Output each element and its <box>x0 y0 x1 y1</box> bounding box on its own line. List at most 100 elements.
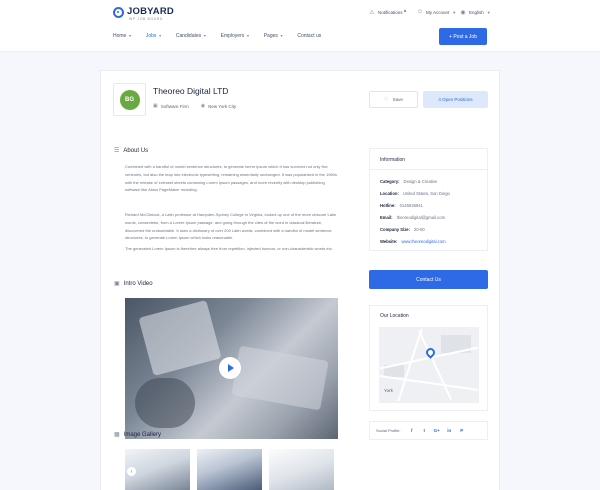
globe-icon: ◉ <box>460 9 466 16</box>
bell-icon: ⚠ <box>369 9 375 16</box>
language-menu[interactable]: ◉ English ▼ <box>460 9 491 16</box>
chevron-down-icon: ▼ <box>486 9 491 15</box>
about-section-title: ☰ About Us <box>114 147 149 155</box>
social-label: Social Profile: <box>376 428 401 433</box>
information-panel: Information Category: Design & Creative L… <box>369 148 488 251</box>
twitter-icon[interactable]: t <box>418 428 431 433</box>
divider <box>370 169 487 170</box>
info-value: United States, San Diego <box>402 191 450 196</box>
nav-home[interactable]: Home ▼ <box>113 33 132 39</box>
site-header: JOBYARD WP JOB BOARD ⚠ Notifications ☺ M… <box>0 0 600 52</box>
info-key: Website: <box>380 239 398 244</box>
about-title: About Us <box>123 147 149 154</box>
language-label: English <box>469 9 484 15</box>
briefcase-icon: ▣ <box>153 103 158 109</box>
chevron-down-icon: ▼ <box>203 34 207 38</box>
about-paragraph-2: Richard McClintock, a Latin professor at… <box>125 212 337 241</box>
info-value: Design & Creative <box>403 179 438 184</box>
logo-mark-icon <box>113 7 124 18</box>
account-label: My Account <box>426 9 450 15</box>
info-value[interactable]: theoreodigital@gmail.com <box>397 215 445 220</box>
pinterest-icon[interactable]: P <box>455 428 468 433</box>
site-logo[interactable]: JOBYARD WP JOB BOARD <box>113 6 174 21</box>
gallery-title: Image Gallery <box>123 431 162 438</box>
open-positions-button[interactable]: 4 Open Positions <box>423 91 488 108</box>
info-key: Company Size: <box>380 227 411 232</box>
notification-dot-icon <box>403 9 406 12</box>
facebook-icon[interactable]: f <box>405 428 418 433</box>
gallery-image[interactable]: ‹ <box>125 449 190 490</box>
company-logo-mark: BG <box>119 89 140 110</box>
info-row-category: Category: Design & Creative <box>380 179 437 184</box>
location-title: Our Location <box>380 313 409 319</box>
account-menu[interactable]: ☺ My Account ▼ <box>417 9 456 15</box>
notifications-link[interactable]: ⚠ Notifications <box>369 9 406 16</box>
video-camera-icon: ▣ <box>114 281 120 287</box>
info-key: Email: <box>380 215 393 220</box>
about-paragraph-1: Combined with a handful of model sentenc… <box>125 164 337 193</box>
nav-contact[interactable]: Contact us <box>297 33 321 39</box>
chevron-left-icon[interactable]: ‹ <box>127 467 136 476</box>
video-title: Intro Video <box>123 280 153 287</box>
social-profile-bar: Social Profile: f t G+ in P <box>369 421 488 440</box>
info-key: Hotline: <box>380 203 396 208</box>
nav-employers-label: Employers <box>220 33 245 39</box>
nav-candidates[interactable]: Candidates ▼ <box>176 33 207 39</box>
gallery-image[interactable] <box>197 449 262 490</box>
logo-text: JOBYARD <box>127 6 174 17</box>
chevron-down-icon: ▼ <box>452 9 457 15</box>
grid-icon: ▦ <box>114 432 120 438</box>
nav-employers[interactable]: Employers ▼ <box>221 33 250 39</box>
notifications-label: Notifications <box>378 9 403 15</box>
document-icon: ☰ <box>114 148 120 154</box>
nav-jobs-label: Jobs <box>145 33 157 39</box>
image-gallery: ‹ <box>125 449 341 490</box>
info-row-location: Location: United States, San Diego <box>380 191 450 196</box>
about-paragraph-3: The generated Lorem Ipsum is therefore a… <box>125 246 333 251</box>
chevron-down-icon: ▼ <box>128 34 132 38</box>
nav-contact-label: Contact us <box>297 33 322 39</box>
chevron-down-icon: ▼ <box>158 34 162 38</box>
info-title: Information <box>380 157 406 163</box>
post-job-button[interactable]: + Post a Job <box>439 28 487 45</box>
nav-home-label: Home <box>113 33 127 39</box>
main-nav: Home ▼ Jobs ▼ Candidates ▼ Employers ▼ Pages… <box>113 33 335 39</box>
save-button[interactable]: ♡ Save <box>369 91 418 108</box>
chevron-down-icon: ▼ <box>246 34 250 38</box>
play-icon <box>228 364 234 372</box>
map-pin-icon: ◉ <box>200 103 206 109</box>
company-type: Software Firm <box>160 103 189 109</box>
user-icon: ☺ <box>416 9 424 15</box>
location-panel: Our Location York <box>369 305 488 411</box>
logo-tagline: WP JOB BOARD <box>129 17 163 21</box>
gallery-section-title: ▦ Image Gallery <box>114 431 162 439</box>
info-key: Location: <box>380 191 399 196</box>
info-value: 20-50 <box>414 227 425 232</box>
company-meta: ▣ Software Firm ◉ New York City <box>153 103 236 109</box>
linkedin-icon[interactable]: in <box>443 428 456 433</box>
company-name: Theoreo Digital LTD <box>153 86 229 96</box>
info-row-hotline: Hotline: 0145636941 <box>380 203 423 208</box>
info-row-company-size: Company Size: 20-50 <box>380 227 425 232</box>
website-link[interactable]: www.theoreodigital.com <box>401 239 445 244</box>
info-row-website: Website: www.theoreodigital.com <box>380 239 446 244</box>
chevron-down-icon: ▼ <box>279 34 284 38</box>
location-map[interactable]: York <box>379 327 479 403</box>
heart-icon: ♡ <box>384 96 389 103</box>
google-plus-icon[interactable]: G+ <box>430 428 443 433</box>
play-button[interactable] <box>219 357 241 379</box>
info-key: Category: <box>380 179 400 184</box>
intro-video[interactable] <box>125 298 338 439</box>
info-row-email: Email: theoreodigital@gmail.com <box>380 215 445 220</box>
contact-us-button[interactable]: Contact Us <box>369 270 488 289</box>
company-logo: BG <box>113 83 146 116</box>
company-location: New York City <box>208 103 237 109</box>
nav-jobs[interactable]: Jobs ▼ <box>146 33 162 39</box>
info-value: 0145636941 <box>399 203 423 208</box>
nav-pages-label: Pages <box>263 33 278 39</box>
nav-candidates-label: Candidates <box>175 33 202 39</box>
save-label: Save <box>392 97 403 102</box>
nav-pages[interactable]: Pages ▼ <box>264 33 284 39</box>
gallery-image[interactable] <box>269 449 334 490</box>
video-section-title: ▣ Intro Video <box>114 280 153 288</box>
